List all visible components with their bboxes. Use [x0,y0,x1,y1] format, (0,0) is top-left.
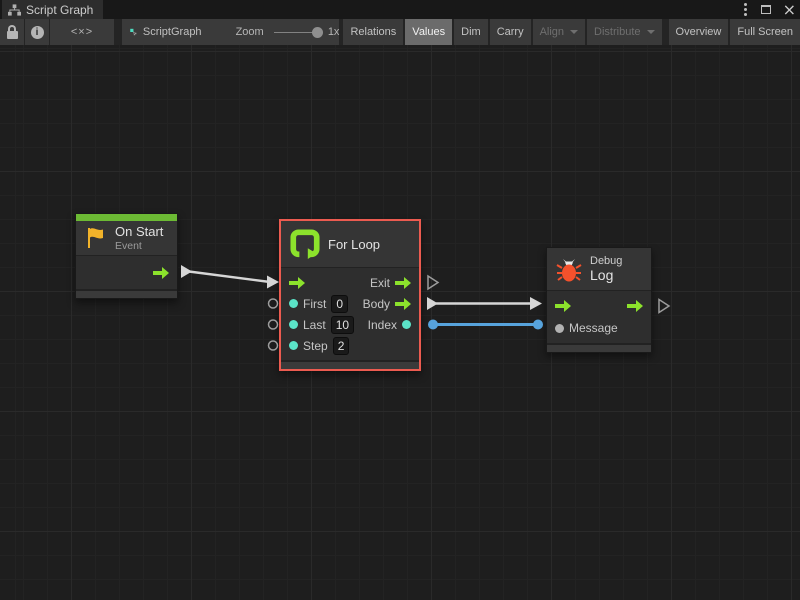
lock-icon [7,25,18,39]
index-port[interactable] [402,320,411,329]
chevron-down-icon [647,30,655,34]
graph-name-label: ScriptGraph [143,26,202,38]
node-title: Log [590,267,622,283]
graph-canvas[interactable]: On Start Event For Loop [0,45,800,600]
on-start-ports [76,255,177,289]
step-value-field[interactable]: 2 [333,337,350,355]
port-step-outer[interactable] [269,341,278,350]
flow-in-port[interactable] [555,300,571,312]
port-label-exit: Exit [370,276,390,290]
close-icon[interactable]: × [783,2,796,18]
flag-icon [85,226,107,250]
port-debug-out-outer[interactable] [659,300,669,313]
graph-toolbar: i <×> ScriptGraph Zoom 1x Relations Valu… [0,19,800,45]
node-for-loop[interactable]: For Loop Exit First 0 Body [279,219,421,371]
first-value-field[interactable]: 0 [331,295,348,313]
node-footer [76,289,177,298]
fullscreen-button[interactable]: Full Screen [730,19,800,45]
carry-button[interactable]: Carry [490,19,531,45]
tab-bar: Script Graph × [0,0,800,19]
loop-icon [290,229,320,259]
graph-icon [130,25,137,39]
port-label-message: Message [569,321,618,335]
tab-title: Script Graph [26,3,93,17]
debug-log-header: Debug Log [547,248,651,290]
code-icon: <×> [71,26,93,38]
distribute-button[interactable]: Distribute [587,19,661,45]
last-value-field[interactable]: 10 [331,316,354,334]
for-loop-ports: Exit First 0 Body Last 10 [281,267,419,360]
script-graph-window: Script Graph × i <×> ScriptG [0,0,800,600]
toolbar-middle-section: ScriptGraph Zoom 1x [122,19,339,45]
event-color-bar [76,214,177,221]
flow-in-port[interactable] [289,277,305,289]
values-button[interactable]: Values [405,19,452,45]
zoom-slider-knob[interactable] [312,27,323,38]
zoom-label: Zoom [236,26,264,38]
flow-out-port[interactable] [627,300,643,312]
node-on-start[interactable]: On Start Event [75,213,178,299]
tab-script-graph[interactable]: Script Graph [2,0,103,19]
debug-log-ports: Message [547,290,651,343]
info-icon: i [31,26,44,39]
hierarchy-icon [8,4,21,16]
node-footer [547,343,651,352]
relations-button[interactable]: Relations [343,19,403,45]
window-controls: × [742,0,796,19]
view-code-button[interactable]: <×> [50,19,114,45]
port-exit-outer[interactable] [428,276,438,289]
dim-button[interactable]: Dim [454,19,488,45]
node-subtitle: Event [115,240,163,252]
port-first-outer[interactable] [269,299,278,308]
chevron-down-icon [570,30,578,34]
exit-port[interactable] [395,277,411,289]
overview-button[interactable]: Overview [669,19,729,45]
on-start-header: On Start Event [76,221,177,255]
bug-icon [556,256,582,282]
port-label-last: Last [303,318,326,332]
first-port[interactable] [289,299,298,308]
align-button[interactable]: Align [533,19,585,45]
toolbar-buttons: Relations Values Dim Carry Align Distrib… [341,19,800,45]
connection-body-to-debuglog[interactable] [427,297,542,310]
port-last-outer[interactable] [269,320,278,329]
connection-index-to-message[interactable] [428,320,543,330]
port-label-step: Step [303,339,328,353]
port-label-body: Body [363,297,390,311]
port-label-first: First [303,297,326,311]
maximize-icon[interactable] [761,5,771,14]
more-options-icon[interactable] [742,8,749,11]
connection-onstart-to-forloop[interactable] [181,265,279,289]
zoom-value: 1x [328,26,340,38]
node-debug-log[interactable]: Debug Log Message [546,247,652,353]
node-title-small: Debug [590,255,622,267]
port-label-index: Index [368,318,397,332]
info-button[interactable]: i [25,19,49,45]
node-footer [281,360,419,369]
body-port[interactable] [395,298,411,310]
lock-button[interactable] [0,19,24,45]
flow-out-port[interactable] [153,267,169,279]
for-loop-header: For Loop [281,221,419,267]
node-title: On Start [115,224,163,239]
zoom-slider[interactable] [274,32,319,33]
step-port[interactable] [289,341,298,350]
message-port[interactable] [555,324,564,333]
node-title: For Loop [328,237,380,252]
last-port[interactable] [289,320,298,329]
